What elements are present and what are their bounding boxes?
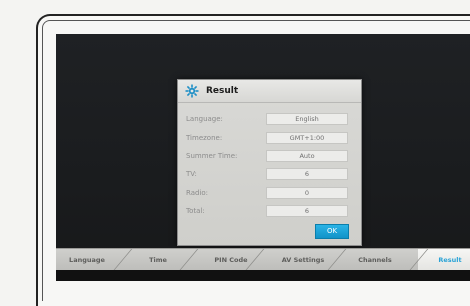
row-value: 0: [266, 186, 348, 199]
row-label: Total:: [186, 207, 205, 216]
row-timezone: Timezone: GMT+1:00: [186, 128, 354, 146]
row-label: Radio:: [186, 188, 209, 197]
setup-tab-bar: Language Time PIN Code AV Settings Chann…: [56, 248, 470, 271]
row-radio: Radio: 0: [186, 184, 354, 202]
row-summer-time: Summer Time: Auto: [186, 147, 354, 165]
row-value: GMT+1:00: [266, 131, 348, 144]
row-tv: TV: 6: [186, 165, 354, 183]
dialog-header: Result: [178, 80, 361, 103]
tab-pin-code[interactable]: PIN Code: [196, 249, 266, 271]
tab-language[interactable]: Language: [56, 249, 118, 271]
tab-av-settings[interactable]: AV Settings: [268, 249, 338, 271]
tab-channels[interactable]: Channels: [342, 249, 408, 271]
row-label: TV:: [186, 170, 197, 179]
screen-bottom-strip: [56, 270, 470, 281]
result-rows: Language: English Timezone: GMT+1:00 Sum…: [186, 110, 354, 220]
tab-time[interactable]: Time: [128, 249, 188, 271]
row-value: 6: [266, 168, 348, 181]
row-label: Language:: [186, 115, 223, 124]
ok-button[interactable]: OK: [315, 224, 349, 239]
row-value: English: [266, 113, 348, 126]
row-label: Summer Time:: [186, 151, 238, 160]
result-dialog: Result Language: English Timezone: GMT+1…: [177, 79, 362, 246]
dialog-title: Result: [206, 86, 239, 96]
row-language: Language: English: [186, 110, 354, 128]
row-label: Timezone:: [186, 133, 223, 142]
row-value: 6: [266, 205, 348, 218]
gear-icon: [184, 83, 200, 99]
tab-result[interactable]: Result: [422, 249, 470, 271]
row-total: Total: 6: [186, 202, 354, 220]
tv-screen: Result Language: English Timezone: GMT+1…: [56, 34, 470, 281]
row-value: Auto: [266, 149, 348, 162]
